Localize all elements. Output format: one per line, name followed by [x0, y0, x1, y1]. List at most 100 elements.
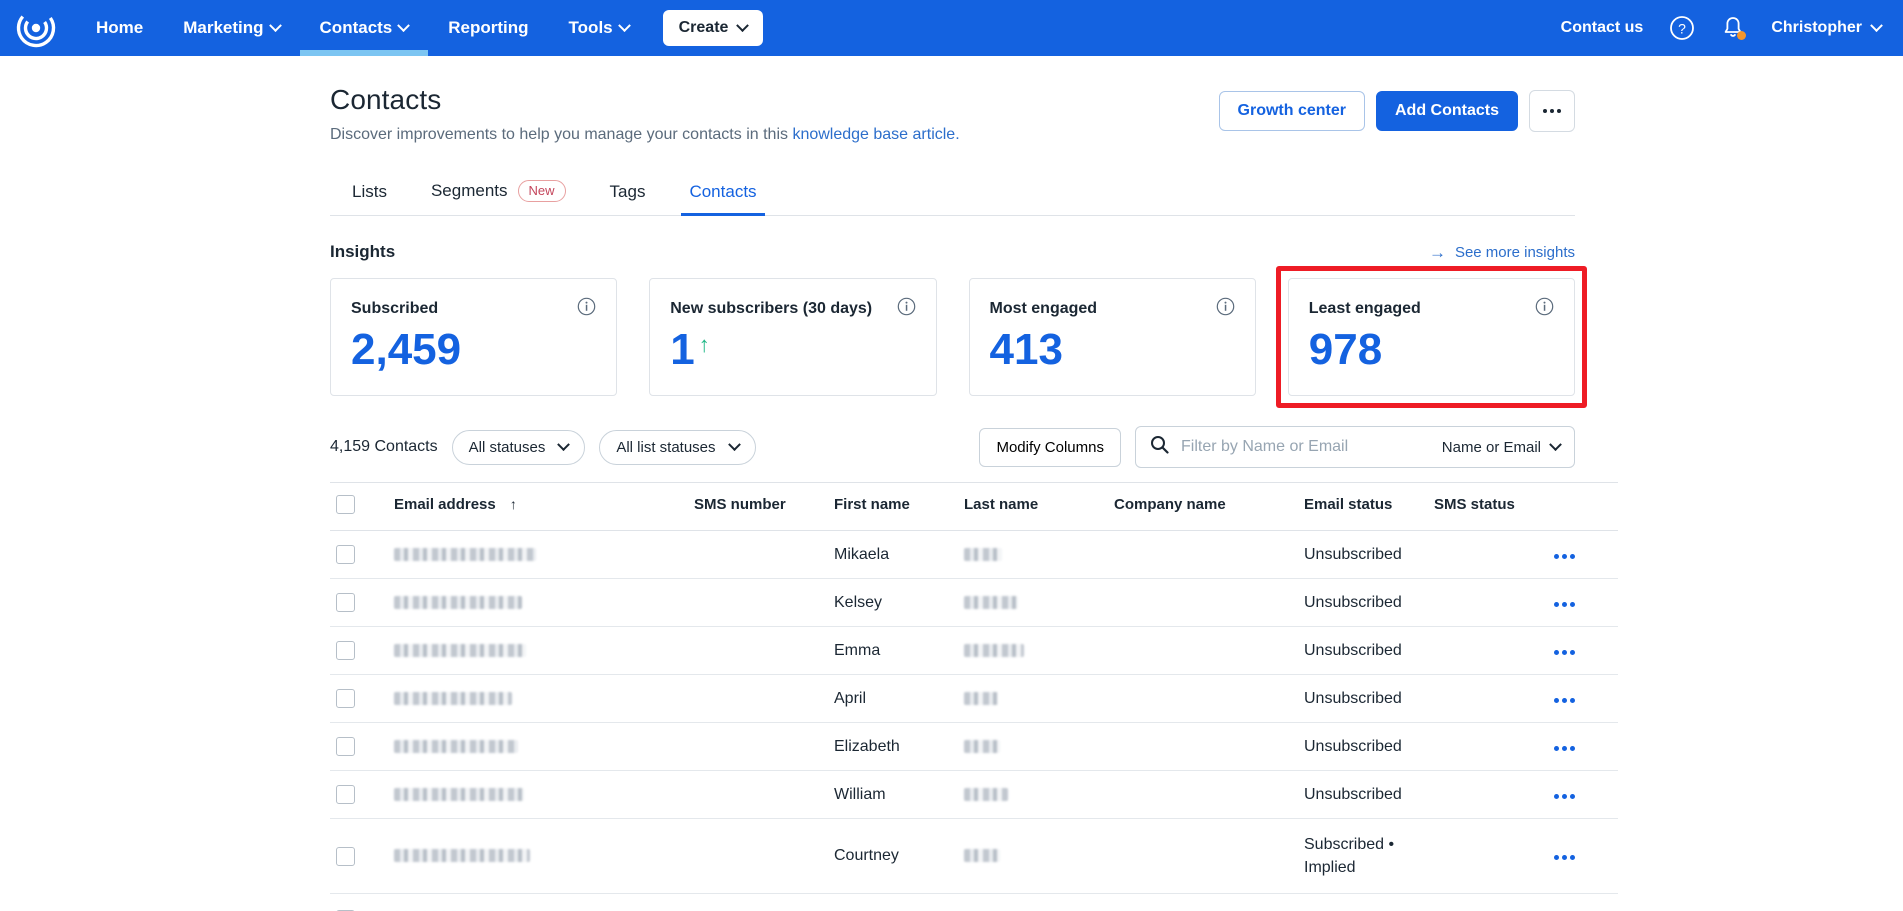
table-row[interactable]: KelseyUnsubscribed: [330, 579, 1618, 627]
list-status-filter-dropdown[interactable]: All list statuses: [599, 430, 755, 465]
modify-columns-button[interactable]: Modify Columns: [979, 428, 1121, 467]
nav-item-marketing[interactable]: Marketing: [163, 0, 299, 56]
info-icon[interactable]: [1535, 297, 1554, 321]
nav-item-label: Marketing: [183, 18, 263, 38]
cell-last-name: [958, 771, 1108, 819]
cell-email-address: [388, 675, 688, 723]
nav-item-tools[interactable]: Tools: [549, 0, 649, 56]
ellipsis-icon: [1570, 794, 1575, 799]
search-field-wrapper: Name or Email: [1135, 426, 1575, 468]
cell-company-name: [1108, 627, 1298, 675]
info-icon[interactable]: [897, 297, 916, 321]
row-actions-button[interactable]: [1554, 698, 1575, 703]
create-button[interactable]: Create: [663, 10, 764, 46]
ellipsis-icon: [1557, 109, 1561, 113]
tab-segments[interactable]: Segments New: [409, 168, 588, 215]
cell-sms-number: [688, 723, 828, 771]
column-header-sms-number[interactable]: SMS number: [688, 483, 828, 531]
row-actions-button[interactable]: [1554, 746, 1575, 751]
tab-tags[interactable]: Tags: [588, 170, 668, 215]
cell-email-status: Unsubscribed: [1298, 531, 1428, 579]
growth-center-button[interactable]: Growth center: [1219, 91, 1365, 131]
status-filter-dropdown[interactable]: All statuses: [452, 430, 586, 465]
row-checkbox[interactable]: [336, 785, 355, 804]
column-header-sms-status[interactable]: SMS status: [1428, 483, 1548, 531]
redacted-last-name-value: [964, 740, 1000, 753]
insight-card-subscribed[interactable]: Subscribed 2,459: [330, 278, 617, 396]
row-actions-button[interactable]: [1554, 650, 1575, 655]
tab-contacts[interactable]: Contacts: [667, 170, 778, 215]
constant-contact-logo-icon[interactable]: [14, 6, 58, 50]
row-select-cell: [330, 627, 388, 675]
contact-us-link[interactable]: Contact us: [1561, 19, 1644, 37]
cell-sms-number: [688, 771, 828, 819]
info-icon[interactable]: [577, 297, 596, 321]
user-menu[interactable]: Christopher: [1771, 19, 1881, 37]
cell-sms-number: [688, 579, 828, 627]
row-checkbox[interactable]: [336, 737, 355, 756]
ellipsis-icon: [1554, 554, 1559, 559]
search-input[interactable]: [1181, 438, 1430, 456]
tab-label: Segments: [431, 181, 508, 201]
row-actions-button[interactable]: [1554, 794, 1575, 799]
search-mode-dropdown[interactable]: Name or Email: [1442, 439, 1560, 456]
row-checkbox[interactable]: [336, 545, 355, 564]
page-subtitle-text: Discover improvements to help you manage…: [330, 126, 792, 143]
row-checkbox[interactable]: [336, 641, 355, 660]
table-row[interactable]: Subscribed •: [330, 894, 1618, 911]
ellipsis-icon: [1554, 855, 1559, 860]
ellipsis-icon: [1550, 109, 1554, 113]
cell-first-name: [828, 894, 958, 911]
table-row[interactable]: WilliamUnsubscribed: [330, 771, 1618, 819]
more-actions-button[interactable]: [1529, 90, 1575, 132]
question-circle-icon[interactable]: ?: [1669, 15, 1695, 41]
nav-item-label: Reporting: [448, 18, 528, 38]
cell-sms-status: [1428, 627, 1548, 675]
column-header-company-name[interactable]: Company name: [1108, 483, 1298, 531]
nav-item-home[interactable]: Home: [76, 0, 163, 56]
column-header-last-name[interactable]: Last name: [958, 483, 1108, 531]
search-mode-value: Name or Email: [1442, 439, 1541, 456]
row-actions-button[interactable]: [1554, 855, 1575, 860]
cell-email-status: Subscribed •: [1298, 894, 1428, 911]
nav-item-reporting[interactable]: Reporting: [428, 0, 548, 56]
page-title: Contacts: [330, 84, 1219, 116]
table-header-row: Email address ↑ SMS number First name La…: [330, 483, 1618, 531]
row-checkbox[interactable]: [336, 689, 355, 708]
nav-item-contacts[interactable]: Contacts: [300, 0, 429, 56]
cell-sms-status: [1428, 723, 1548, 771]
insight-card-new-subscribers[interactable]: New subscribers (30 days) 1 ↑: [649, 278, 936, 396]
row-checkbox[interactable]: [336, 847, 355, 866]
table-row[interactable]: EmmaUnsubscribed: [330, 627, 1618, 675]
add-contacts-button[interactable]: Add Contacts: [1376, 91, 1518, 131]
column-header-email-status[interactable]: Email status: [1298, 483, 1428, 531]
column-header-email-address[interactable]: Email address ↑: [388, 483, 688, 531]
ellipsis-icon: [1570, 650, 1575, 655]
knowledge-base-link[interactable]: knowledge base article.: [792, 126, 959, 143]
table-row[interactable]: MikaelaUnsubscribed: [330, 531, 1618, 579]
bell-icon[interactable]: [1721, 15, 1745, 41]
row-actions-button[interactable]: [1554, 554, 1575, 559]
column-label: Email status: [1304, 496, 1392, 513]
chevron-down-icon: [269, 19, 282, 32]
tab-lists[interactable]: Lists: [330, 170, 409, 215]
ellipsis-icon: [1554, 698, 1559, 703]
row-actions-button[interactable]: [1554, 602, 1575, 607]
ellipsis-icon: [1543, 109, 1547, 113]
table-row[interactable]: ElizabethUnsubscribed: [330, 723, 1618, 771]
table-row[interactable]: AprilUnsubscribed: [330, 675, 1618, 723]
table-row[interactable]: CourtneySubscribed •Implied: [330, 819, 1618, 894]
card-value-row: 2,459: [351, 327, 596, 373]
insight-card-most-engaged[interactable]: Most engaged 413: [969, 278, 1256, 396]
card-value: 978: [1309, 327, 1382, 373]
select-all-checkbox[interactable]: [336, 495, 355, 514]
cell-email-address: [388, 627, 688, 675]
insight-card-subscribed-wrap: Subscribed 2,459: [330, 278, 617, 396]
see-more-insights-link[interactable]: → See more insights: [1429, 244, 1575, 261]
cell-email-address: [388, 531, 688, 579]
insight-card-least-engaged[interactable]: Least engaged 978: [1288, 278, 1575, 396]
info-icon[interactable]: [1216, 297, 1235, 321]
row-checkbox[interactable]: [336, 593, 355, 612]
column-header-first-name[interactable]: First name: [828, 483, 958, 531]
contacts-table-body: MikaelaUnsubscribedKelseyUnsubscribedEmm…: [330, 531, 1618, 911]
